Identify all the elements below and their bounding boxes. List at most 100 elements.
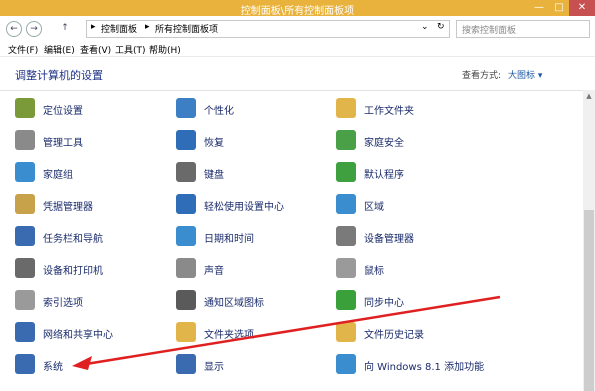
control-panel-item-label: 轻松使用设置中心 <box>204 202 284 213</box>
menu-view[interactable]: 查看(V) <box>80 43 111 56</box>
page-title: 调整计算机的设置 <box>15 69 103 82</box>
control-panel-item[interactable]: 任务栏和导航 <box>15 226 165 248</box>
control-panel-item[interactable]: 家庭安全 <box>336 130 486 152</box>
control-panel-item[interactable]: 显示 <box>176 354 326 376</box>
location-settings-icon <box>15 98 35 118</box>
control-panel-item-label: 索引选项 <box>43 298 83 309</box>
control-panel-item-label: 区域 <box>364 202 384 213</box>
scrollbar-thumb[interactable] <box>584 210 594 391</box>
menu-bar: 文件(F) 编辑(E) 查看(V) 工具(T) 帮助(H) <box>0 40 595 57</box>
control-panel-item[interactable]: 设备管理器 <box>336 226 486 248</box>
menu-edit[interactable]: 编辑(E) <box>44 43 75 56</box>
maximize-button[interactable]: □ <box>549 0 569 16</box>
control-panel-item[interactable]: 同步中心 <box>336 290 486 312</box>
control-panel-item[interactable]: 工作文件夹 <box>336 98 486 120</box>
refresh-icon[interactable]: ↻ <box>437 22 445 32</box>
control-panel-item-label: 网络和共享中心 <box>43 330 113 341</box>
control-panel-item-label: 恢复 <box>204 138 224 149</box>
control-panel-item-label: 声音 <box>204 266 224 277</box>
control-panel-item[interactable]: 恢复 <box>176 130 326 152</box>
file-history-icon <box>336 322 356 342</box>
default-programs-icon <box>336 162 356 182</box>
address-row: ← → ↑ ▸ 控制面板 ▸ 所有控制面板项 ⌄ ↻ 搜索控制面板 <box>0 16 595 40</box>
menu-file[interactable]: 文件(F) <box>8 43 38 56</box>
control-panel-item[interactable]: 轻松使用设置中心 <box>176 194 326 216</box>
homegroup-icon <box>15 162 35 182</box>
control-panel-item[interactable]: 键盘 <box>176 162 326 184</box>
sync-center-icon <box>336 290 356 310</box>
control-panel-item-label: 任务栏和导航 <box>43 234 103 245</box>
control-panel-item-label: 键盘 <box>204 170 224 181</box>
address-dropdown-icon[interactable]: ⌄ <box>421 22 429 32</box>
control-panel-item[interactable]: 通知区域图标 <box>176 290 326 312</box>
breadcrumb-separator: ▸ <box>91 22 96 32</box>
control-panel-item-label: 设备管理器 <box>364 234 414 245</box>
recovery-icon <box>176 130 196 150</box>
control-panel-item-label: 显示 <box>204 362 224 373</box>
control-panel-item[interactable]: 声音 <box>176 258 326 280</box>
control-panel-item[interactable]: 向 Windows 8.1 添加功能 <box>336 354 486 376</box>
control-panel-item[interactable]: 文件夹选项 <box>176 322 326 344</box>
control-panel-item-label: 设备和打印机 <box>43 266 103 277</box>
vertical-scrollbar[interactable]: ▲ <box>583 90 595 391</box>
window-controls: — □ ✕ <box>529 0 595 16</box>
region-icon <box>336 194 356 214</box>
control-panel-item-label: 同步中心 <box>364 298 404 309</box>
network-sharing-icon <box>15 322 35 342</box>
forward-button[interactable]: → <box>26 21 42 37</box>
admin-tools-icon <box>15 130 35 150</box>
menu-tools[interactable]: 工具(T) <box>115 43 146 56</box>
close-button[interactable]: ✕ <box>569 0 595 16</box>
breadcrumb-control-panel[interactable]: 控制面板 <box>101 22 137 35</box>
control-panel-item[interactable]: 家庭组 <box>15 162 165 184</box>
search-placeholder: 搜索控制面板 <box>462 26 517 36</box>
control-panel-item[interactable]: 凭据管理器 <box>15 194 165 216</box>
control-panel-item[interactable]: 设备和打印机 <box>15 258 165 280</box>
control-panel-item[interactable]: 定位设置 <box>15 98 165 120</box>
view-by-dropdown[interactable]: 大图标 ▾ <box>508 68 542 81</box>
notification-icons-icon <box>176 290 196 310</box>
control-panel-item-label: 个性化 <box>204 106 234 117</box>
control-panel-item-label: 系统 <box>43 362 63 373</box>
back-button[interactable]: ← <box>6 21 22 37</box>
control-panel-item[interactable]: 鼠标 <box>336 258 486 280</box>
control-panel-item[interactable]: 文件历史记录 <box>336 322 486 344</box>
control-panel-item[interactable]: 管理工具 <box>15 130 165 152</box>
address-bar[interactable]: ▸ 控制面板 ▸ 所有控制面板项 ⌄ ↻ <box>86 20 450 38</box>
control-panel-item-label: 通知区域图标 <box>204 298 264 309</box>
view-by-label: 查看方式: <box>462 71 502 81</box>
control-panel-item[interactable]: 日期和时间 <box>176 226 326 248</box>
up-button[interactable]: ↑ <box>58 21 72 35</box>
menu-help[interactable]: 帮助(H) <box>149 43 181 56</box>
control-panel-item[interactable]: 系统 <box>15 354 165 376</box>
control-panel-item-label: 管理工具 <box>43 138 83 149</box>
folder-options-icon <box>176 322 196 342</box>
control-panel-item[interactable]: 索引选项 <box>15 290 165 312</box>
control-panel-item[interactable]: 默认程序 <box>336 162 486 184</box>
control-panel-item-label: 定位设置 <box>43 106 83 117</box>
control-panel-item[interactable]: 区域 <box>336 194 486 216</box>
display-icon <box>176 354 196 374</box>
breadcrumb-all-items[interactable]: 所有控制面板项 <box>155 22 218 35</box>
scroll-up-icon[interactable]: ▲ <box>583 90 595 102</box>
add-features-icon <box>336 354 356 374</box>
control-panel-item[interactable]: 网络和共享中心 <box>15 322 165 344</box>
indexing-options-icon <box>15 290 35 310</box>
control-panel-item-label: 日期和时间 <box>204 234 254 245</box>
taskbar-icon <box>15 226 35 246</box>
breadcrumb-separator: ▸ <box>145 22 150 32</box>
search-input[interactable]: 搜索控制面板 <box>456 20 590 38</box>
work-folders-icon <box>336 98 356 118</box>
device-manager-icon <box>336 226 356 246</box>
window-title: 控制面板\所有控制面板项 <box>240 6 355 17</box>
control-panel-item-label: 家庭组 <box>43 170 73 181</box>
ease-of-access-icon <box>176 194 196 214</box>
control-panel-item-label: 家庭安全 <box>364 138 404 149</box>
control-panel-item-label: 鼠标 <box>364 266 384 277</box>
control-panel-item[interactable]: 个性化 <box>176 98 326 120</box>
control-panel-item-label: 工作文件夹 <box>364 106 414 117</box>
control-panel-item-label: 文件历史记录 <box>364 330 424 341</box>
minimize-button[interactable]: — <box>529 0 549 16</box>
credential-manager-icon <box>15 194 35 214</box>
control-panel-item-label: 向 Windows 8.1 添加功能 <box>364 362 485 373</box>
